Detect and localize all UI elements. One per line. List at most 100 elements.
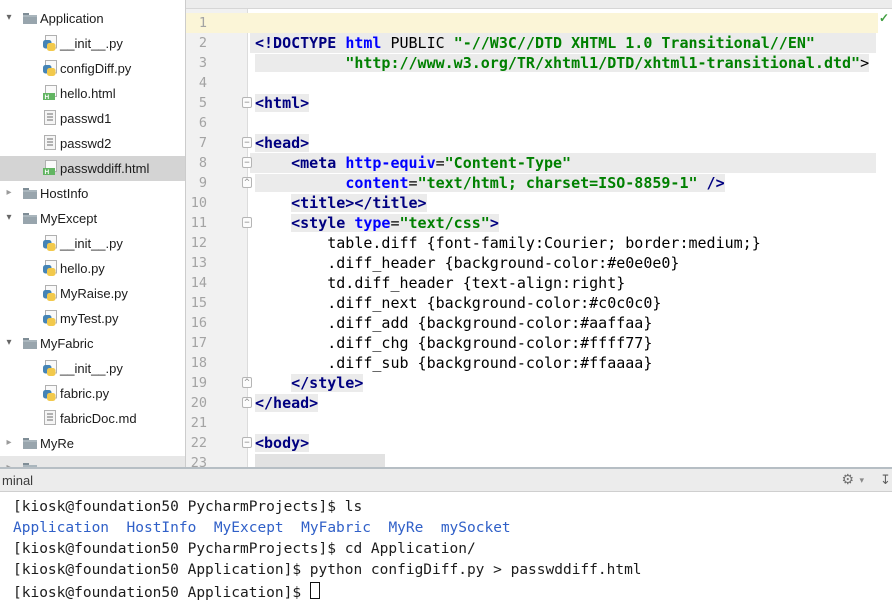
fold-end-icon[interactable]: ^	[242, 177, 252, 188]
tree-item-passwddiff-html[interactable]: Hpasswddiff.html	[0, 156, 186, 181]
fold-end-icon[interactable]: ^	[242, 397, 252, 408]
code-line-14[interactable]: 14 td.diff_header {text-align:right}	[186, 273, 892, 293]
line-number: 10	[190, 195, 207, 211]
dropdown-arrow-icon[interactable]: ▾	[859, 475, 864, 486]
code-line-20[interactable]: 20 ^ </head>	[186, 393, 892, 413]
terminal-output[interactable]: [kiosk@foundation50 PycharmProjects]$ ls…	[0, 492, 892, 604]
code-line-17[interactable]: 17 .diff_chg {background-color:#ffff77}	[186, 333, 892, 353]
line-number: 21	[190, 415, 207, 431]
editor-tab-strip	[186, 0, 892, 9]
fold-start-icon[interactable]: −	[242, 97, 252, 108]
folded-content-highlight	[255, 454, 385, 467]
python-file-icon	[42, 260, 58, 276]
hide-panel-icon[interactable]: ↧	[880, 472, 892, 488]
code-line-3[interactable]: 3 "http://www.w3.org/TR/xhtml1/DTD/xhtml…	[186, 53, 892, 73]
code-line-19[interactable]: 19 ^ </style>	[186, 373, 892, 393]
code-line-2[interactable]: 2 <!DOCTYPE html PUBLIC "-//W3C//DTD XHTM…	[186, 33, 892, 53]
line-number: 19	[190, 375, 207, 391]
terminal-line: [kiosk@foundation50 PycharmProjects]$ ls	[13, 499, 363, 515]
python-file-icon	[42, 360, 58, 376]
tree-item-fabricdoc-md[interactable]: fabricDoc.md	[0, 406, 186, 431]
tree-item-label: fabricDoc.md	[60, 411, 137, 426]
python-file-icon	[42, 285, 58, 301]
code-line-18[interactable]: 18 .diff_sub {background-color:#ffaaaa}	[186, 353, 892, 373]
tree-item--init-py[interactable]: __init__.py	[0, 31, 186, 56]
code-text: .diff_next {background-color:#c0c0c0}	[255, 294, 662, 312]
folder-icon	[22, 210, 38, 226]
code-line-7[interactable]: 7 − <head>	[186, 133, 892, 153]
line-number: 8	[198, 155, 207, 171]
code-text: </style>	[291, 374, 364, 392]
code-line-12[interactable]: 12 table.diff {font-family:Courier; bord…	[186, 233, 892, 253]
tree-item-passwd2[interactable]: passwd2	[0, 131, 186, 156]
fold-start-icon[interactable]: −	[242, 157, 252, 168]
tree-item-hello-py[interactable]: hello.py	[0, 256, 186, 281]
line-number: 2	[198, 35, 207, 51]
tree-item-application[interactable]: ▾ Application	[0, 6, 186, 31]
tree-item-myraise-py[interactable]: MyRaise.py	[0, 281, 186, 306]
code-line-4[interactable]: 4	[186, 73, 892, 93]
code-line-1[interactable]: 1	[186, 13, 892, 33]
code-line-8[interactable]: 8 − <meta http-equiv="Content-Type"	[186, 153, 892, 173]
tree-item-label: __init__.py	[60, 236, 123, 251]
fold-start-icon[interactable]: −	[242, 437, 252, 448]
code-text: .diff_sub {background-color:#ffaaaa}	[255, 354, 653, 372]
tree-item-myre[interactable]: ▸ MyRe	[0, 431, 186, 456]
expand-arrow-icon[interactable]: ▾	[3, 211, 15, 225]
code-text: <html>	[255, 94, 310, 112]
code-line-13[interactable]: 13 .diff_header {background-color:#e0e0e…	[186, 253, 892, 273]
code-line-16[interactable]: 16 .diff_add {background-color:#aaffaa}	[186, 313, 892, 333]
gear-icon[interactable]: ⚙	[841, 471, 854, 488]
fold-start-icon[interactable]: −	[242, 217, 252, 228]
tree-item-fabric-py[interactable]: fabric.py	[0, 381, 186, 406]
code-text: .diff_header {background-color:#e0e0e0}	[255, 254, 680, 272]
text-file-icon	[42, 110, 58, 126]
tree-item-myexcept[interactable]: ▾ MyExcept	[0, 206, 186, 231]
code-line-5[interactable]: 5 − <html>	[186, 93, 892, 113]
folder-icon	[22, 185, 38, 201]
code-line-6[interactable]: 6	[186, 113, 892, 133]
project-tree-panel[interactable]: ▾ Application __init__.py configDiff.py Hhel…	[0, 0, 186, 467]
code-line-15[interactable]: 15 .diff_next {background-color:#c0c0c0}	[186, 293, 892, 313]
tree-item-label: Application	[40, 11, 104, 26]
tree-item-label: hello.py	[60, 261, 105, 276]
code-line-11[interactable]: 11 − <style type="text/css">	[186, 213, 892, 233]
tree-item--init-py[interactable]: __init__.py	[0, 356, 186, 381]
line-number: 3	[198, 55, 207, 71]
tree-item-configdiff-py[interactable]: configDiff.py	[0, 56, 186, 81]
line-number: 16	[190, 315, 207, 331]
tree-item[interactable]: ▸	[0, 456, 186, 467]
line-number: 20	[190, 395, 207, 411]
tree-item-hello-html[interactable]: Hhello.html	[0, 81, 186, 106]
code-editor[interactable]: ✓ 1 2 <!DOCTYPE html PUBLIC "-//W3C//DTD X…	[186, 0, 892, 467]
terminal-title: minal	[2, 473, 34, 488]
code-text: </head>	[255, 394, 319, 412]
expand-arrow-icon[interactable]: ▾	[3, 336, 15, 350]
code-line-21[interactable]: 21	[186, 413, 892, 433]
folder-icon	[22, 435, 38, 451]
code-line-22[interactable]: 22 − <body>	[186, 433, 892, 453]
tree-item-mytest-py[interactable]: myTest.py	[0, 306, 186, 331]
collapse-arrow-icon[interactable]: ▸	[3, 186, 15, 200]
tree-item-hostinfo[interactable]: ▸ HostInfo	[0, 181, 186, 206]
expand-arrow-icon[interactable]: ▾	[3, 11, 15, 25]
collapse-arrow-icon[interactable]: ▸	[3, 436, 15, 450]
line-number: 18	[190, 355, 207, 371]
tree-item-passwd1[interactable]: passwd1	[0, 106, 186, 131]
fold-end-icon[interactable]: ^	[242, 377, 252, 388]
code-line-23[interactable]: 23	[186, 453, 892, 467]
tree-item-label: MyRaise.py	[60, 286, 128, 301]
text-file-icon	[42, 410, 58, 426]
line-number: 13	[190, 255, 207, 271]
terminal-line: [kiosk@foundation50 Application]$	[13, 582, 320, 603]
terminal-line: [kiosk@foundation50 PycharmProjects]$ cd…	[13, 541, 476, 557]
tree-item--init-py[interactable]: __init__.py	[0, 231, 186, 256]
code-line-9[interactable]: 9 ^ content="text/html; charset=ISO-8859-…	[186, 173, 892, 193]
code-line-10[interactable]: 10 <title></title>	[186, 193, 892, 213]
code-text: "http://www.w3.org/TR/xhtml1/DTD/xhtml1-…	[255, 53, 870, 73]
tree-item-label: hello.html	[60, 86, 116, 101]
line-number: 4	[198, 75, 207, 91]
tree-item-myfabric[interactable]: ▾ MyFabric	[0, 331, 186, 356]
fold-start-icon[interactable]: −	[242, 137, 252, 148]
tree-item-label: fabric.py	[60, 386, 110, 401]
